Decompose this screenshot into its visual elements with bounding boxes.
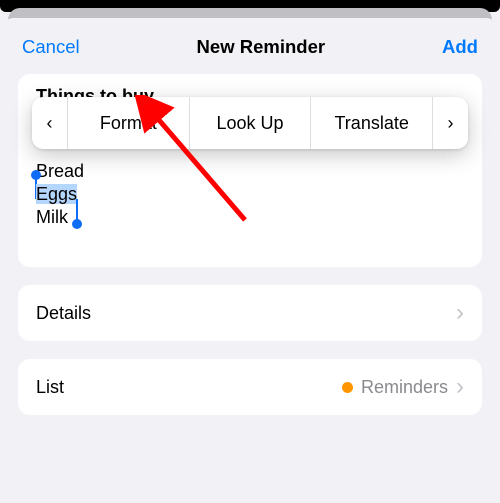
list-row[interactable]: List Reminders › bbox=[18, 359, 482, 415]
page-title: New Reminder bbox=[197, 36, 326, 58]
details-row[interactable]: Details › bbox=[18, 285, 482, 341]
context-menu-format[interactable]: Format bbox=[68, 97, 190, 149]
text-context-menu: ‹ Format Look Up Translate › bbox=[32, 97, 468, 149]
new-reminder-sheet: Cancel New Reminder Add Things to buy Br… bbox=[0, 18, 500, 503]
context-menu-next-icon[interactable]: › bbox=[432, 97, 468, 149]
chevron-right-icon: › bbox=[456, 301, 464, 325]
cancel-button[interactable]: Cancel bbox=[22, 36, 80, 58]
navbar: Cancel New Reminder Add bbox=[0, 36, 500, 74]
list-value: Reminders bbox=[361, 377, 448, 398]
reminder-notes-field[interactable]: Bread Eggs Milk bbox=[36, 160, 84, 229]
chevron-right-icon: › bbox=[456, 375, 464, 399]
reminder-content-card: Things to buy Bread Eggs Milk ‹ Format L… bbox=[18, 74, 482, 267]
context-menu-lookup[interactable]: Look Up bbox=[190, 97, 312, 149]
add-button[interactable]: Add bbox=[442, 36, 478, 58]
list-color-dot-icon bbox=[342, 382, 353, 393]
notes-line-1: Bread bbox=[36, 161, 84, 181]
selected-text[interactable]: Eggs bbox=[36, 184, 77, 204]
context-menu-prev-icon[interactable]: ‹ bbox=[32, 97, 68, 149]
context-menu-translate[interactable]: Translate bbox=[311, 97, 432, 149]
list-label: List bbox=[36, 377, 64, 398]
details-label: Details bbox=[36, 303, 91, 324]
list-value-group: Reminders › bbox=[342, 375, 464, 399]
